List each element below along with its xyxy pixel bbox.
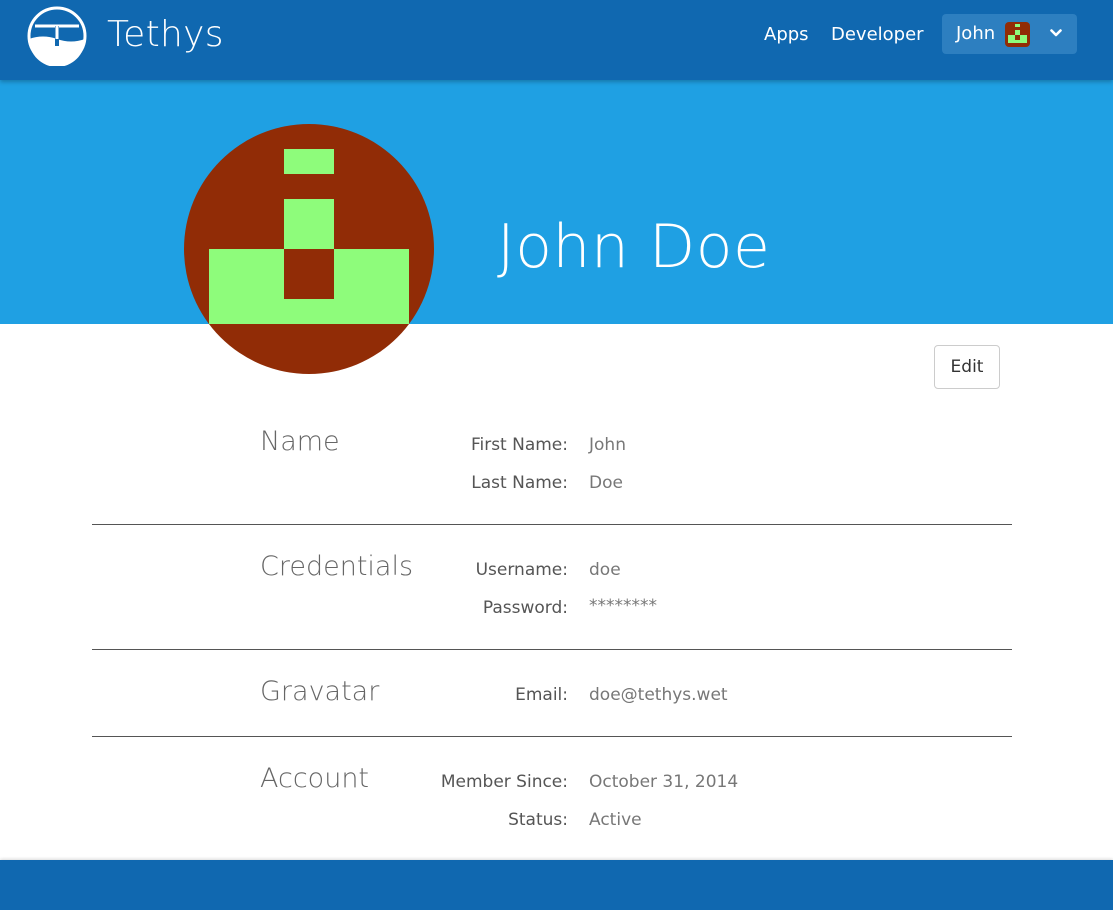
user-menu-name: John: [956, 23, 996, 44]
first-name-value: John: [589, 435, 626, 455]
username-label: Username:: [475, 560, 568, 580]
tethys-logo-icon[interactable]: [27, 6, 87, 66]
nav-apps-link[interactable]: Apps: [764, 24, 809, 45]
section-divider: [92, 524, 1012, 525]
email-label: Email:: [515, 685, 568, 705]
member-since-value: October 31, 2014: [589, 772, 739, 792]
edit-profile-button[interactable]: Edit: [934, 345, 1000, 389]
username-value: doe: [589, 560, 621, 580]
chevron-down-icon: [1050, 29, 1062, 37]
last-name-value: Doe: [589, 473, 623, 493]
status-value: Active: [589, 810, 642, 830]
section-divider: [92, 736, 1012, 737]
password-label: Password:: [482, 598, 568, 618]
page-footer: [0, 860, 1113, 910]
status-label: Status:: [508, 810, 568, 830]
nav-developer-link[interactable]: Developer: [831, 24, 924, 45]
profile-full-name: John Doe: [497, 212, 771, 282]
profile-banner: [0, 80, 1113, 324]
password-value: ********: [589, 596, 657, 616]
user-avatar-icon: [1005, 22, 1030, 47]
user-menu-dropdown[interactable]: John: [942, 14, 1077, 54]
first-name-label: First Name:: [470, 435, 568, 455]
brand-title[interactable]: Tethys: [107, 14, 224, 55]
email-value: doe@tethys.wet: [589, 685, 728, 705]
top-navbar: Tethys Apps Developer John: [0, 0, 1113, 80]
section-divider: [92, 649, 1012, 650]
last-name-label: Last Name:: [471, 473, 568, 493]
member-since-label: Member Since:: [440, 772, 568, 792]
profile-avatar: [184, 124, 434, 374]
